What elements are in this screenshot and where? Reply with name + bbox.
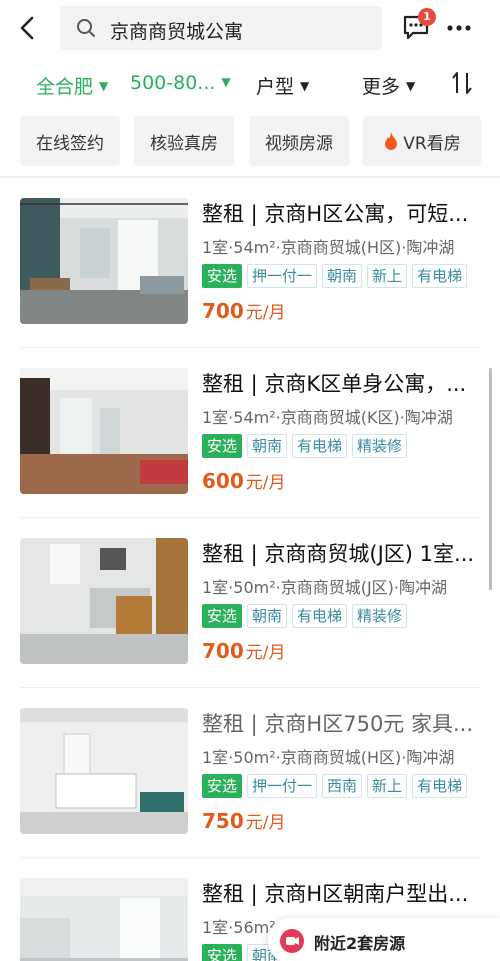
listing-title: 整租 | 京商K区单身公寓，... xyxy=(202,372,467,396)
listing-tag: 有电梯 xyxy=(412,264,468,288)
listing-tag: 有电梯 xyxy=(292,604,348,628)
message-count-badge: 1 xyxy=(418,8,436,26)
tag-label: 在线签约 xyxy=(36,133,104,154)
listing-tags: 安选 朝南 有电梯 精装修 xyxy=(202,604,408,628)
price-unit: 元/月 xyxy=(245,643,286,663)
price-value: 700 xyxy=(202,299,244,323)
chevron-down-icon: ▼ xyxy=(300,79,310,93)
filter-city[interactable]: 全合肥 ▼ xyxy=(36,72,108,99)
listing-tags: 安选 押一付一 西南 新上 有电梯 xyxy=(202,774,468,798)
listing-tag: 精装修 xyxy=(352,604,408,628)
scrollbar[interactable] xyxy=(489,368,492,590)
row-divider xyxy=(20,517,480,518)
back-arrow-icon[interactable] xyxy=(14,14,42,42)
listing-price: 750 元/月 xyxy=(202,808,285,833)
tag-label: 视频房源 xyxy=(265,133,333,154)
listing-tag: 安选 xyxy=(202,774,243,798)
chevron-down-icon: ▼ xyxy=(406,79,416,93)
tag-label: 核验真房 xyxy=(150,133,218,154)
listing-price: 700 元/月 xyxy=(202,638,285,663)
filter-bar: 全合肥 ▼ 500-80... ▼ 户型 ▼ 更多 ▼ xyxy=(0,62,500,108)
listing-tag: 安选 xyxy=(202,264,243,288)
listing-tag: 安选 xyxy=(202,434,243,458)
listing-photo xyxy=(20,198,188,324)
sort-icon[interactable] xyxy=(450,70,474,96)
price-value: 600 xyxy=(202,469,244,493)
search-box[interactable]: 京商商贸城公寓 xyxy=(60,6,382,50)
chevron-down-icon: ▼ xyxy=(221,75,231,89)
price-value: 750 xyxy=(202,809,244,833)
listing-tag: 朝南 xyxy=(247,434,288,458)
search-icon xyxy=(77,19,95,37)
listing-title: 整租 | 京商H区朝南户型出... xyxy=(202,882,469,906)
listing-meta: 1室·54m²·京商商贸城(K区)·陶冲湖 xyxy=(202,408,453,427)
filter-layout[interactable]: 户型 ▼ xyxy=(256,72,309,99)
listing-card[interactable]: 整租 | 京商商贸城(J区) 1室... 1室·50m²·京商商贸城(J区)·陶… xyxy=(0,538,500,708)
row-divider xyxy=(20,347,480,348)
top-bar: 京商商贸城公寓 1 xyxy=(0,0,500,58)
feature-tags: 在线签约 核验真房 视频房源 VR看房 xyxy=(0,116,500,168)
price-value: 700 xyxy=(202,639,244,663)
listing-tag: 精装修 xyxy=(352,434,408,458)
listing-tag: 安选 xyxy=(202,604,243,628)
listing-tag: 西南 xyxy=(322,774,363,798)
listing-photo xyxy=(20,708,188,834)
tag-verified[interactable]: 核验真房 xyxy=(134,116,234,166)
price-unit: 元/月 xyxy=(245,813,286,833)
listing-tag: 安选 xyxy=(202,944,243,961)
listing-photo xyxy=(20,878,188,961)
listing-tag: 押一付一 xyxy=(247,774,318,798)
nearby-listings-toast[interactable]: 附近2套房源 xyxy=(268,918,500,961)
tag-online-contract[interactable]: 在线签约 xyxy=(20,116,120,166)
tag-video[interactable]: 视频房源 xyxy=(249,116,349,166)
video-icon xyxy=(280,929,304,953)
listing-photo xyxy=(20,368,188,494)
listing-tag: 新上 xyxy=(367,774,408,798)
row-divider xyxy=(20,687,480,688)
price-unit: 元/月 xyxy=(245,303,286,323)
listing-card[interactable]: 整租 | 京商K区单身公寓，... 1室·54m²·京商商贸城(K区)·陶冲湖 … xyxy=(0,368,500,538)
listing-tags: 安选 朝南 有电梯 精装修 xyxy=(202,434,408,458)
listing-tag: 朝南 xyxy=(322,264,363,288)
tag-label: VR看房 xyxy=(403,133,461,154)
filter-city-label: 全合肥 xyxy=(36,76,94,98)
tag-vr[interactable]: VR看房 xyxy=(363,116,481,166)
listing-tag: 有电梯 xyxy=(292,434,348,458)
price-unit: 元/月 xyxy=(245,473,286,493)
toast-text: 附近2套房源 xyxy=(314,934,406,953)
listing-meta: 1室·50m²·京商商贸城(H区)·陶冲湖 xyxy=(202,748,455,767)
listing-title: 整租 | 京商H区750元 家具... xyxy=(202,712,473,736)
listing-title: 整租 | 京商H区公寓，可短... xyxy=(202,202,469,226)
listing-card[interactable]: 整租 | 京商H区750元 家具... 1室·50m²·京商商贸城(H区)·陶冲… xyxy=(0,708,500,878)
listing-tag: 有电梯 xyxy=(412,774,468,798)
listing-title: 整租 | 京商商贸城(J区) 1室... xyxy=(202,542,475,566)
listing-meta: 1室·50m²·京商商贸城(J区)·陶冲湖 xyxy=(202,578,448,597)
search-query: 京商商贸城公寓 xyxy=(110,21,244,43)
fire-icon xyxy=(385,132,398,150)
listing-price: 700 元/月 xyxy=(202,298,285,323)
chevron-down-icon: ▼ xyxy=(99,79,109,93)
filter-more-label: 更多 xyxy=(362,76,401,98)
listing-tag: 朝南 xyxy=(247,604,288,628)
section-divider xyxy=(0,176,500,178)
row-divider xyxy=(20,857,480,858)
listing-price: 600 元/月 xyxy=(202,468,285,493)
listing-meta: 1室·54m²·京商商贸城(H区)·陶冲湖 xyxy=(202,238,455,257)
listing-tags: 安选 押一付一 朝南 新上 有电梯 xyxy=(202,264,468,288)
more-options-icon[interactable] xyxy=(446,18,472,38)
listing-photo xyxy=(20,538,188,664)
listing-tag: 新上 xyxy=(367,264,408,288)
filter-price[interactable]: 500-80... ▼ xyxy=(130,72,231,94)
filter-more[interactable]: 更多 ▼ xyxy=(362,72,415,99)
filter-price-label: 500-80... xyxy=(130,72,216,94)
listing-card[interactable]: 整租 | 京商H区公寓，可短... 1室·54m²·京商商贸城(H区)·陶冲湖 … xyxy=(0,198,500,368)
listing-tag: 押一付一 xyxy=(247,264,318,288)
filter-layout-label: 户型 xyxy=(256,76,295,98)
